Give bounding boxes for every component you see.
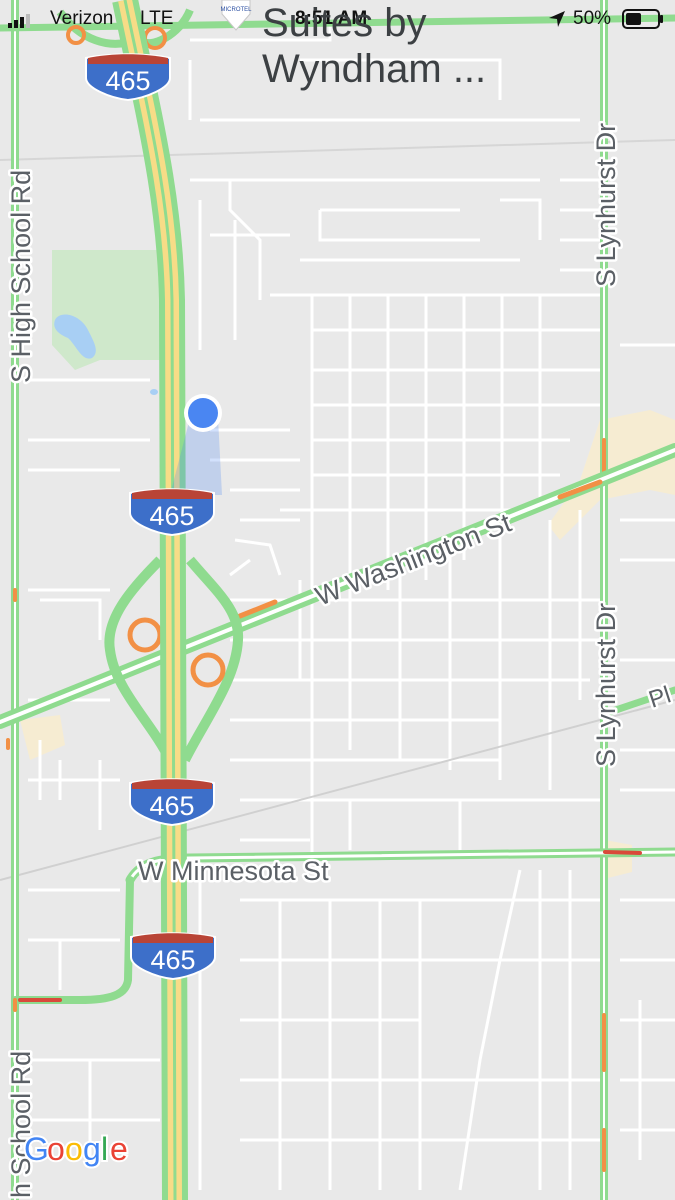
svg-text:e: e	[110, 1131, 128, 1167]
svg-text:o: o	[47, 1131, 65, 1167]
location-arrow-icon	[548, 10, 566, 34]
road-label-s-high-school-top: S High School Rd	[6, 170, 36, 383]
road-label-s-lynhurst-bottom: S Lynhurst Dr	[591, 603, 621, 767]
poi-name-line2: Wyndham ...	[262, 47, 487, 91]
railroad-north	[0, 139, 675, 161]
battery-percent: 50%	[573, 8, 612, 29]
battery-icon	[622, 9, 664, 35]
network-type: LTE	[140, 8, 174, 29]
park-area	[52, 250, 160, 370]
google-logo: G o o g l e	[22, 1129, 130, 1169]
svg-text:o: o	[65, 1131, 83, 1167]
carrier-name: Verizon	[50, 8, 114, 29]
map-canvas[interactable]: MICROTEL 465 465 465 465 W Washington St…	[0, 0, 675, 1200]
interstate-shield-icon: 465	[129, 488, 215, 537]
small-pond	[150, 389, 158, 395]
shield-label: 465	[105, 66, 150, 96]
interstate-shield-icon: 465	[129, 778, 215, 827]
svg-text:g: g	[83, 1131, 101, 1167]
road-label-s-high-school-bottom: h School Rd	[6, 1051, 36, 1198]
shield-label: 465	[149, 501, 194, 531]
road-label-partial: Pl	[646, 681, 675, 713]
svg-text:l: l	[101, 1131, 108, 1167]
interstate-shield-icon: 465	[130, 932, 216, 981]
svg-text:G: G	[24, 1131, 49, 1167]
poi-name-line1: Suites by	[262, 1, 427, 45]
commercial-area-left	[20, 715, 65, 760]
shield-label: 465	[150, 945, 195, 975]
road-label-w-washington: W Washington St	[311, 507, 516, 611]
interstate-465	[112, 0, 188, 1200]
poi-label[interactable]: Suites by Wyndham ...	[262, 0, 522, 92]
shield-label: 465	[149, 791, 194, 821]
signal-bars-icon	[8, 12, 36, 34]
road-label-w-minnesota: W Minnesota St	[138, 856, 329, 886]
road-label-s-lynhurst-top: S Lynhurst Dr	[591, 123, 621, 287]
my-location-dot-core	[188, 398, 218, 428]
commercial-area-right	[605, 840, 632, 878]
